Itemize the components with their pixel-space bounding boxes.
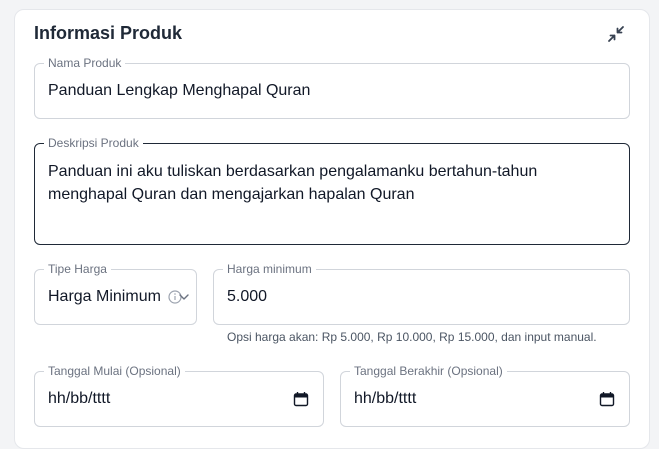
product-description-field[interactable]: Deskripsi Produk Panduan ini aku tuliska… [34, 136, 630, 245]
price-type-label: Tipe Harga [44, 262, 111, 276]
end-date-label: Tanggal Berakhir (Opsional) [350, 364, 507, 378]
card-title: Informasi Produk [34, 23, 183, 43]
price-type-select[interactable]: Tipe Harga Harga Minimum [34, 262, 197, 325]
min-price-field[interactable]: Harga minimum 5.000 [213, 262, 630, 325]
product-name-label: Nama Produk [44, 56, 126, 70]
min-price-value: 5.000 [227, 288, 268, 305]
calendar-icon[interactable] [293, 391, 309, 407]
min-price-helper: Opsi harga akan: Rp 5.000, Rp 10.000, Rp… [227, 330, 597, 344]
collapse-button[interactable] [604, 22, 628, 46]
chevron-down-icon [179, 294, 189, 300]
product-description-label: Deskripsi Produk [44, 136, 143, 150]
product-description-value: Panduan ini aku tuliskan berdasarkan pen… [48, 163, 538, 203]
price-type-selected: Harga Minimum [48, 288, 161, 305]
collapse-arrows-icon [608, 26, 624, 42]
end-date-placeholder: hh/bb/tttt [354, 390, 417, 407]
product-name-value: Panduan Lengkap Menghapal Quran [48, 82, 311, 99]
calendar-icon[interactable] [599, 391, 615, 407]
product-name-field[interactable]: Nama Produk Panduan Lengkap Menghapal Qu… [34, 56, 630, 119]
min-price-label: Harga minimum [223, 262, 316, 276]
start-date-label: Tanggal Mulai (Opsional) [44, 364, 185, 378]
end-date-field[interactable]: Tanggal Berakhir (Opsional) hh/bb/tttt [340, 364, 630, 427]
start-date-field[interactable]: Tanggal Mulai (Opsional) hh/bb/tttt [34, 364, 324, 427]
start-date-placeholder: hh/bb/tttt [48, 390, 111, 407]
